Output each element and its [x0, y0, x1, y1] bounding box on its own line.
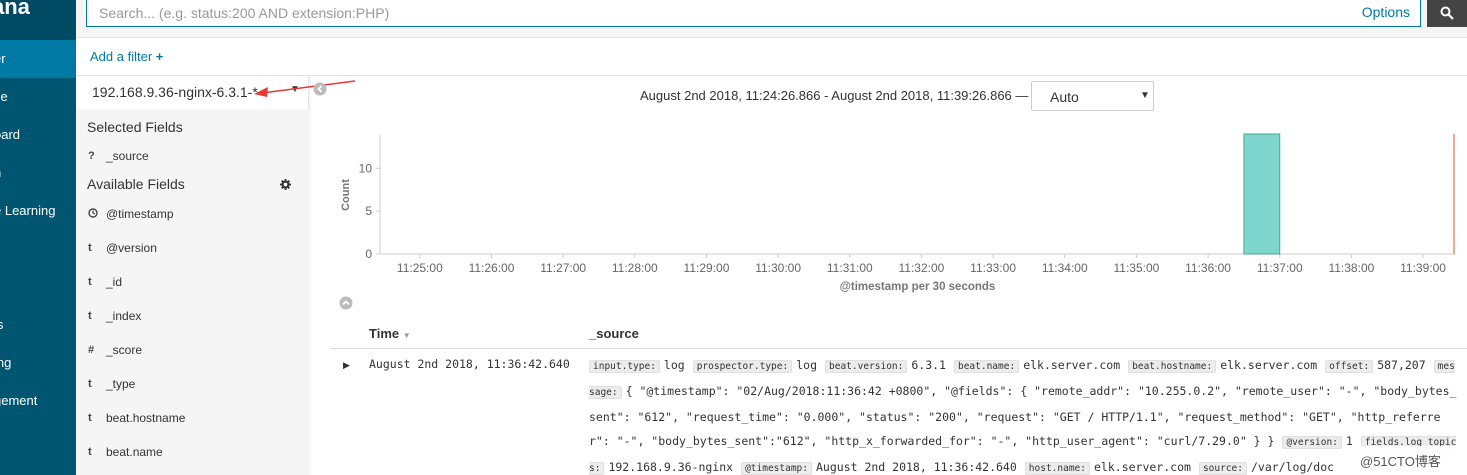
field-value: log — [796, 358, 817, 372]
field-item[interactable]: # _score — [76, 335, 309, 365]
search-button[interactable] — [1427, 0, 1467, 27]
field-key: @timestamp: — [741, 462, 812, 475]
field-value: 6.3.1 — [911, 358, 946, 372]
x-tick-label: 11:33:00 — [970, 261, 1016, 275]
x-tick-label: 11:31:00 — [827, 261, 873, 275]
row-divider — [330, 348, 1467, 349]
x-tick-label: 11:35:00 — [1113, 261, 1159, 275]
field-key: beat.hostname: — [1128, 360, 1217, 373]
search-input[interactable] — [87, 0, 1337, 25]
annotation-arrow — [254, 80, 356, 97]
field-item[interactable]: t beat.hostname — [76, 403, 309, 433]
x-tick-label: 11:26:00 — [469, 261, 515, 275]
expand-row-icon[interactable]: ▶ — [343, 360, 350, 371]
field-value: elk.server.com — [1023, 358, 1121, 372]
search-icon — [1440, 6, 1454, 20]
field-value: /var/log/doc — [1250, 460, 1335, 474]
string-type-icon: t — [88, 310, 92, 322]
field-item[interactable]: @timestamp — [76, 199, 309, 229]
x-tick-label: 11:39:00 — [1400, 261, 1446, 275]
collapse-chart-icon[interactable] — [339, 296, 353, 310]
field-item[interactable]: t _id — [76, 267, 309, 297]
kibana-logo[interactable]: ana — [0, 0, 76, 40]
field-key: host.name: — [1024, 462, 1090, 475]
filter-bar: Add a filter + — [76, 38, 1467, 76]
x-tick-label: 11:25:00 — [397, 261, 443, 275]
nav-discover[interactable]: er — [0, 40, 76, 78]
row-time: August 2nd 2018, 11:36:42.640 — [369, 357, 570, 371]
index-pattern-name: 192.168.9.36-nginx-6.3.1-* — [92, 84, 258, 100]
nav-dashboard[interactable]: oard — [0, 116, 76, 154]
string-type-icon: t — [88, 276, 92, 288]
field-value: 192.168.9.36-nginx — [608, 460, 734, 474]
field-value: 587,207 — [1377, 358, 1426, 372]
field-item[interactable]: t _type — [76, 369, 309, 399]
field-value: elk.server.com — [1220, 358, 1318, 372]
time-range-label: August 2nd 2018, 11:24:26.866 - August 2… — [640, 88, 1029, 103]
x-tick-label: 11:30:00 — [755, 261, 801, 275]
histogram-bar — [1243, 133, 1281, 255]
nav-visualize[interactable]: ze — [0, 78, 76, 116]
string-type-icon: t — [88, 378, 92, 390]
y-axis-title: Count — [340, 179, 352, 211]
x-tick-label: 11:29:00 — [684, 261, 730, 275]
field-key: prospector.type: — [692, 360, 793, 373]
nav-timelion[interactable]: n — [0, 154, 76, 192]
column-header-time[interactable]: Time ▼ — [369, 326, 411, 341]
x-tick-label: 11:32:00 — [899, 261, 945, 275]
clock-icon — [88, 208, 98, 218]
string-type-icon: t — [88, 242, 92, 254]
side-nav: ana er ze oard n e Learning ls ing gemen… — [0, 0, 76, 475]
field-item[interactable]: t _index — [76, 301, 309, 331]
field-key: @version: — [1282, 436, 1342, 449]
nav-machine-learning[interactable]: e Learning — [0, 192, 76, 230]
string-type-icon: t — [88, 446, 92, 458]
x-tick-label: 11:27:00 — [540, 261, 586, 275]
histogram-chart: 0 5 10 Count 11:25:00 11:26:00 11:27:00 11:28:0… — [340, 133, 1455, 293]
field-sidebar: 192.168.9.36-nginx-6.3.1-* ▼ Selected Fi… — [76, 76, 311, 475]
x-tick-label: 11:37:00 — [1257, 261, 1303, 275]
field-item[interactable]: t beat.name — [76, 437, 309, 467]
nav-management[interactable]: gement — [0, 382, 76, 420]
x-tick-label: 11:38:00 — [1328, 261, 1374, 275]
selected-fields-title: Selected Fields — [87, 119, 183, 135]
field-item[interactable]: t @version — [76, 233, 309, 263]
search-box: Options — [86, 0, 1421, 27]
field-value: log — [663, 358, 685, 372]
watermark: @51CTO博客 — [1352, 446, 1462, 472]
field-item[interactable]: ? _source — [76, 141, 309, 171]
y-tick-label: 5 — [365, 204, 372, 218]
field-key: input.type: — [589, 360, 660, 373]
field-key: beat.name: — [953, 360, 1020, 373]
available-fields-title: Available Fields — [87, 176, 185, 192]
number-type-icon: # — [88, 344, 95, 356]
nav-monitoring[interactable]: ing — [0, 344, 76, 382]
column-header-source: _source — [589, 326, 639, 341]
field-value: elk.server.com — [1094, 460, 1191, 474]
caret-down-icon: ▼ — [1140, 90, 1150, 101]
nav-dev-tools[interactable]: ls — [0, 306, 76, 344]
x-tick-label: 11:36:00 — [1185, 261, 1231, 275]
plus-icon: + — [155, 49, 164, 64]
string-type-icon: t — [88, 412, 92, 424]
options-link[interactable]: Options — [1362, 4, 1410, 20]
field-key: source: — [1198, 462, 1247, 475]
gear-icon[interactable] — [280, 179, 291, 190]
add-filter-button[interactable]: Add a filter + — [90, 49, 163, 64]
field-key: beat.version: — [825, 360, 908, 373]
y-tick-label: 0 — [365, 247, 372, 261]
x-axis-title: @timestamp per 30 seconds — [840, 281, 996, 293]
row-source: input.type: log prospector.type: log beat.ve… — [589, 353, 1457, 475]
collapse-sidebar-icon[interactable] — [313, 82, 327, 96]
interval-select[interactable]: Auto ▼ — [1031, 81, 1154, 111]
query-bar: Options — [76, 0, 1467, 38]
y-tick-label: 10 — [359, 161, 373, 175]
field-value: August 2nd 2018, 11:36:42.640 — [816, 460, 1017, 474]
field-key: offset: — [1325, 360, 1374, 373]
x-tick-label: 11:28:00 — [612, 261, 658, 275]
sort-down-icon: ▼ — [402, 331, 411, 340]
unknown-type-icon: ? — [88, 150, 95, 162]
x-tick-label: 11:34:00 — [1042, 261, 1088, 275]
